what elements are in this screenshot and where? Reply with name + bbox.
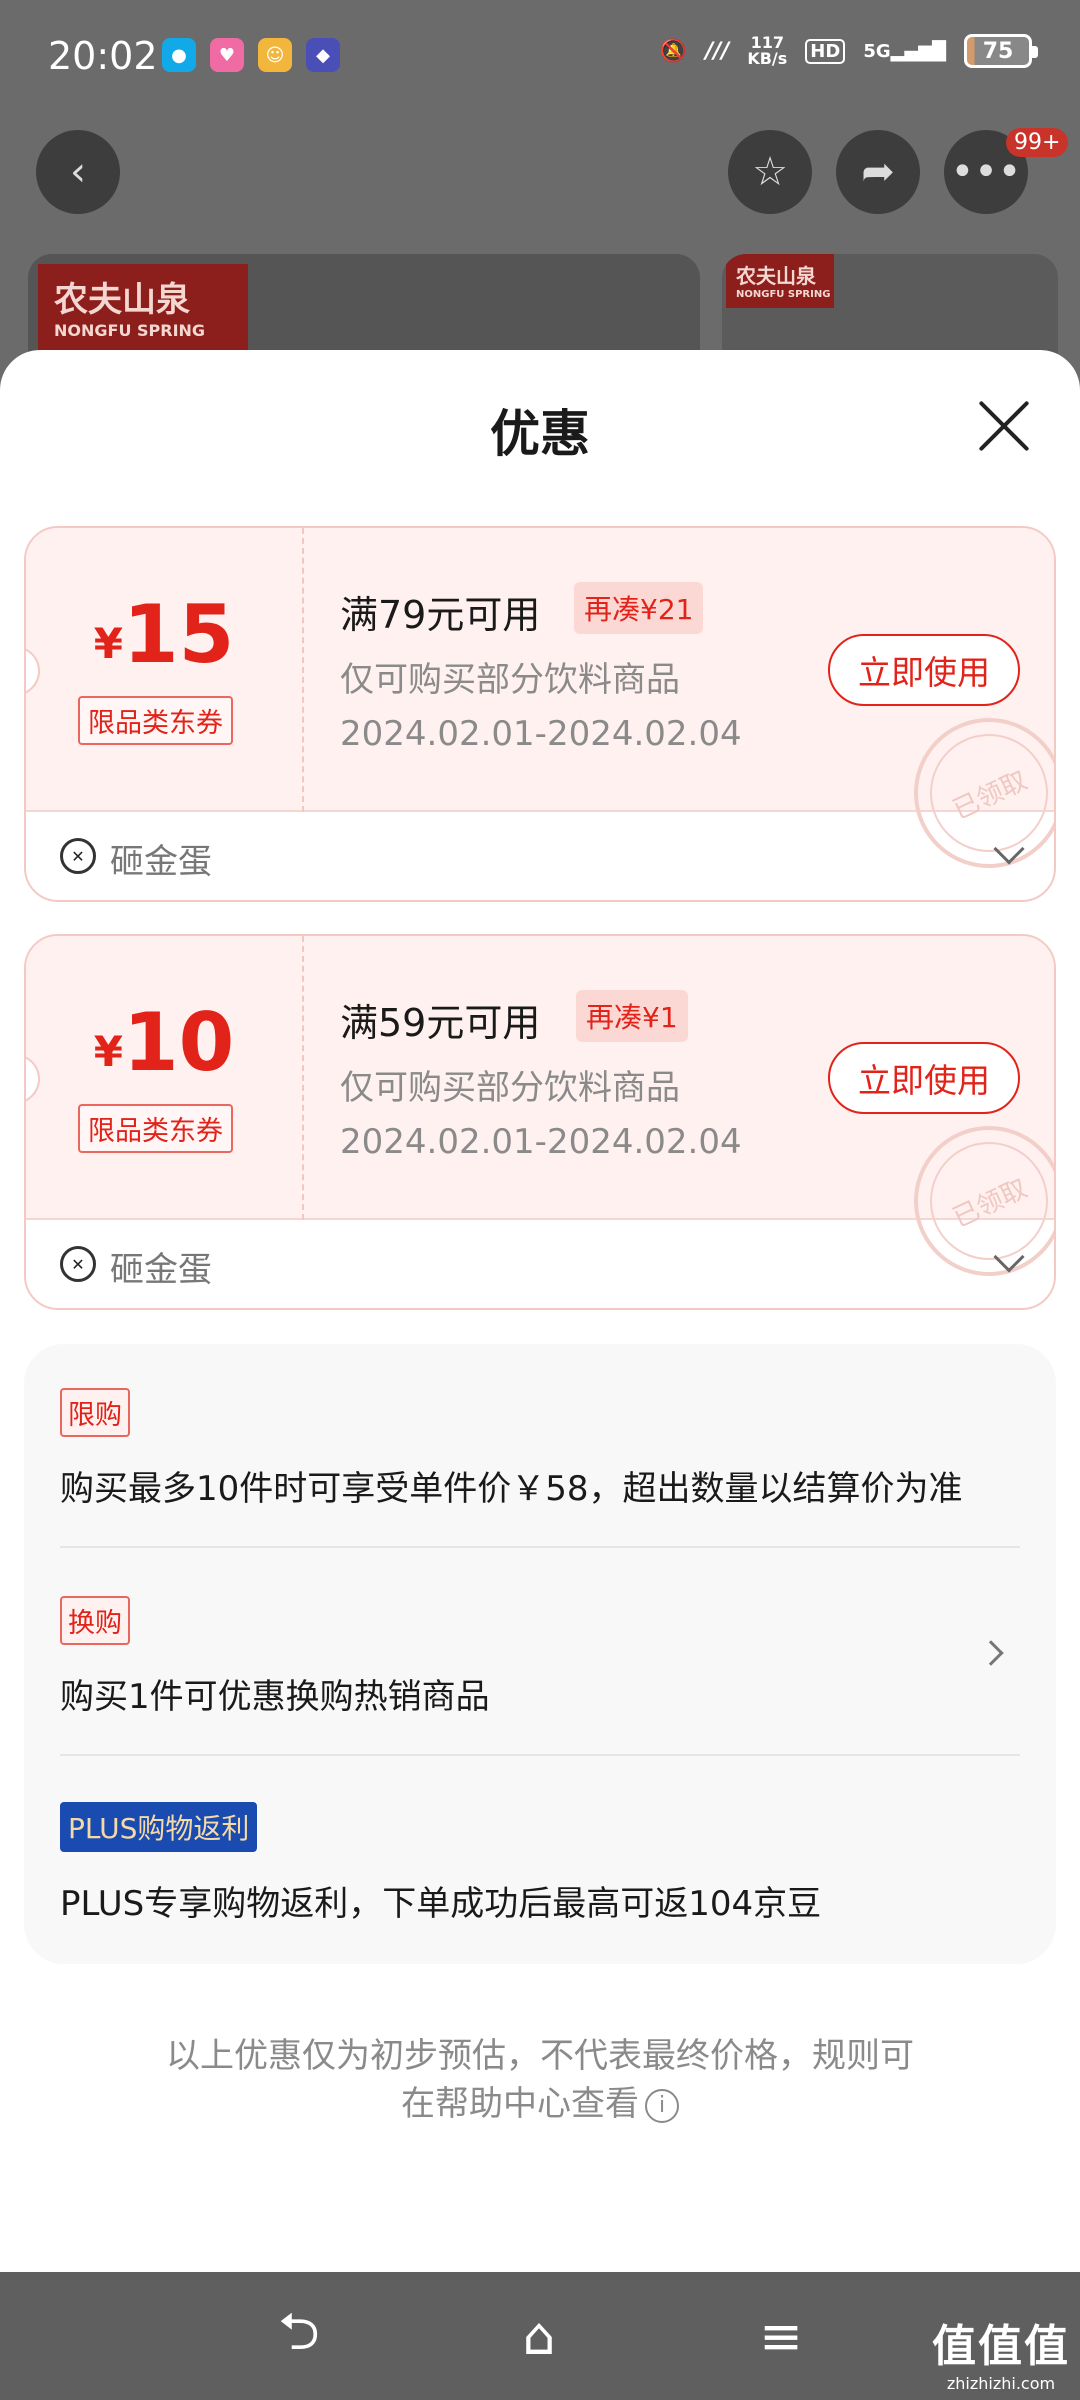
system-nav-bar: ⮌ ⌂ ≡ [0, 2272, 1080, 2400]
chevron-down-icon[interactable] [993, 1241, 1025, 1273]
coupon-type-tag: 限品类东券 [78, 1104, 233, 1153]
star-icon: ☆ [752, 149, 788, 195]
close-button[interactable] [976, 398, 1032, 454]
promo-text: 购买最多10件时可享受单件价￥58，超出数量以结算价为准 [60, 1469, 963, 1509]
home-nav-button[interactable]: ⌂ [504, 2302, 574, 2372]
coupon-description: 仅可购买部分饮料商品 [340, 1068, 680, 1108]
coupon-source: 砸金蛋 [110, 1250, 212, 1290]
share-button[interactable]: ➦ [836, 130, 920, 214]
use-now-button[interactable]: 立即使用 [828, 1042, 1020, 1114]
wifi-icon: /// [705, 38, 730, 64]
notification-icons: ● ♥ ☺ ◆ [162, 38, 340, 72]
coupon-card: ¥15 限品类东券 满79元可用 再凑¥21 仅可购买部分饮料商品 2024.0… [24, 526, 1056, 902]
discount-sheet: 优惠 ¥15 限品类东券 满79元可用 再凑¥21 仅可购买部分饮料商品 202… [0, 350, 1080, 2272]
coupon-extra-tag: 再凑¥1 [576, 990, 688, 1042]
promo-tag: 限购 [60, 1388, 130, 1437]
brand-logo: 农夫山泉 NONGFU SPRING [38, 264, 248, 354]
qq-icon: ● [162, 38, 196, 72]
coupon-description: 仅可购买部分饮料商品 [340, 660, 680, 700]
status-indicators: 🔕 /// 117 KB/s HD 5G▂▄▆█ 75 [659, 33, 1038, 68]
coupon-condition: 满59元可用 [340, 1001, 541, 1045]
coupon-source-row[interactable]: ✕ 砸金蛋 [26, 1222, 1054, 1308]
golden-egg-icon: ✕ [60, 838, 96, 874]
chevron-left-icon: ‹ [70, 149, 86, 195]
promo-text: 购买1件可优惠换购热销商品 [60, 1677, 490, 1717]
chevron-down-icon[interactable] [993, 833, 1025, 865]
promo-item-purchase-limit: 限购 购买最多10件时可享受单件价￥58，超出数量以结算价为准 [60, 1388, 1020, 1510]
promo-item-plus-rebate: PLUS购物返利 PLUS专享购物返利，下单成功后最高可返104京豆 [60, 1802, 1020, 1925]
back-nav-button[interactable]: ⮌ [264, 2302, 334, 2372]
coupon-type-tag: 限品类东券 [78, 696, 233, 745]
app-notification-icon: ♥ [210, 38, 244, 72]
coupon-validity: 2024.02.01-2024.02.04 [340, 714, 742, 754]
coupon-source-row[interactable]: ✕ 砸金蛋 [26, 814, 1054, 900]
favorite-button[interactable]: ☆ [728, 130, 812, 214]
divider [60, 1754, 1020, 1756]
back-arrow-icon: ⮌ [278, 2301, 320, 2362]
promotions-box: 限购 购买最多10件时可享受单件价￥58，超出数量以结算价为准 换购 购买1件可… [24, 1344, 1056, 1964]
divider [60, 1546, 1020, 1548]
status-bar: 20:02 ● ♥ ☺ ◆ 🔕 /// 117 KB/s HD 5G▂▄▆█ 7… [0, 0, 1080, 110]
app-notification-icon: ☺ [258, 38, 292, 72]
message-badge: 99+ [1006, 128, 1069, 157]
menu-icon: ≡ [759, 2307, 803, 2367]
status-time: 20:02 [48, 34, 158, 78]
sheet-title: 优惠 [490, 405, 590, 463]
share-icon: ➦ [861, 149, 895, 195]
promo-item-exchange[interactable]: 换购 购买1件可优惠换购热销商品 [60, 1596, 1020, 1718]
promo-text: PLUS专享购物返利，下单成功后最高可返104京豆 [60, 1884, 822, 1924]
info-icon[interactable]: i [645, 2088, 679, 2123]
disclaimer: 以上优惠仅为初步预估，不代表最终价格，规则可 在帮助中心查看 i [166, 2036, 914, 2124]
plus-tag: PLUS购物返利 [60, 1802, 258, 1852]
brand-logo: 农夫山泉 NONGFU SPRING [726, 254, 834, 308]
app-notification-icon: ◆ [306, 38, 340, 72]
more-icon: ••• [950, 149, 1022, 195]
back-button[interactable]: ‹ [36, 130, 120, 214]
promo-tag: 换购 [60, 1596, 130, 1645]
coupon-validity: 2024.02.01-2024.02.04 [340, 1122, 742, 1162]
coupon-card: ¥10 限品类东券 满59元可用 再凑¥1 仅可购买部分饮料商品 2024.02… [24, 934, 1056, 1310]
golden-egg-icon: ✕ [60, 1246, 96, 1282]
coupon-source: 砸金蛋 [110, 842, 212, 882]
watermark: 值值值 zhizhizhi.com [932, 2321, 1070, 2393]
coupon-amount: ¥10 [93, 996, 235, 1089]
signal-icon: 5G▂▄▆█ [863, 40, 946, 62]
home-icon: ⌂ [522, 2307, 556, 2367]
hd-icon: HD [805, 38, 846, 64]
use-now-button[interactable]: 立即使用 [828, 634, 1020, 706]
net-speed: 117 KB/s [747, 33, 788, 68]
mute-icon: 🔕 [659, 38, 688, 64]
coupon-extra-tag: 再凑¥21 [574, 582, 704, 634]
coupon-amount: ¥15 [93, 588, 235, 681]
menu-nav-button[interactable]: ≡ [746, 2302, 816, 2372]
battery-icon: 75 [964, 34, 1038, 68]
coupon-condition: 满79元可用 [340, 593, 541, 637]
